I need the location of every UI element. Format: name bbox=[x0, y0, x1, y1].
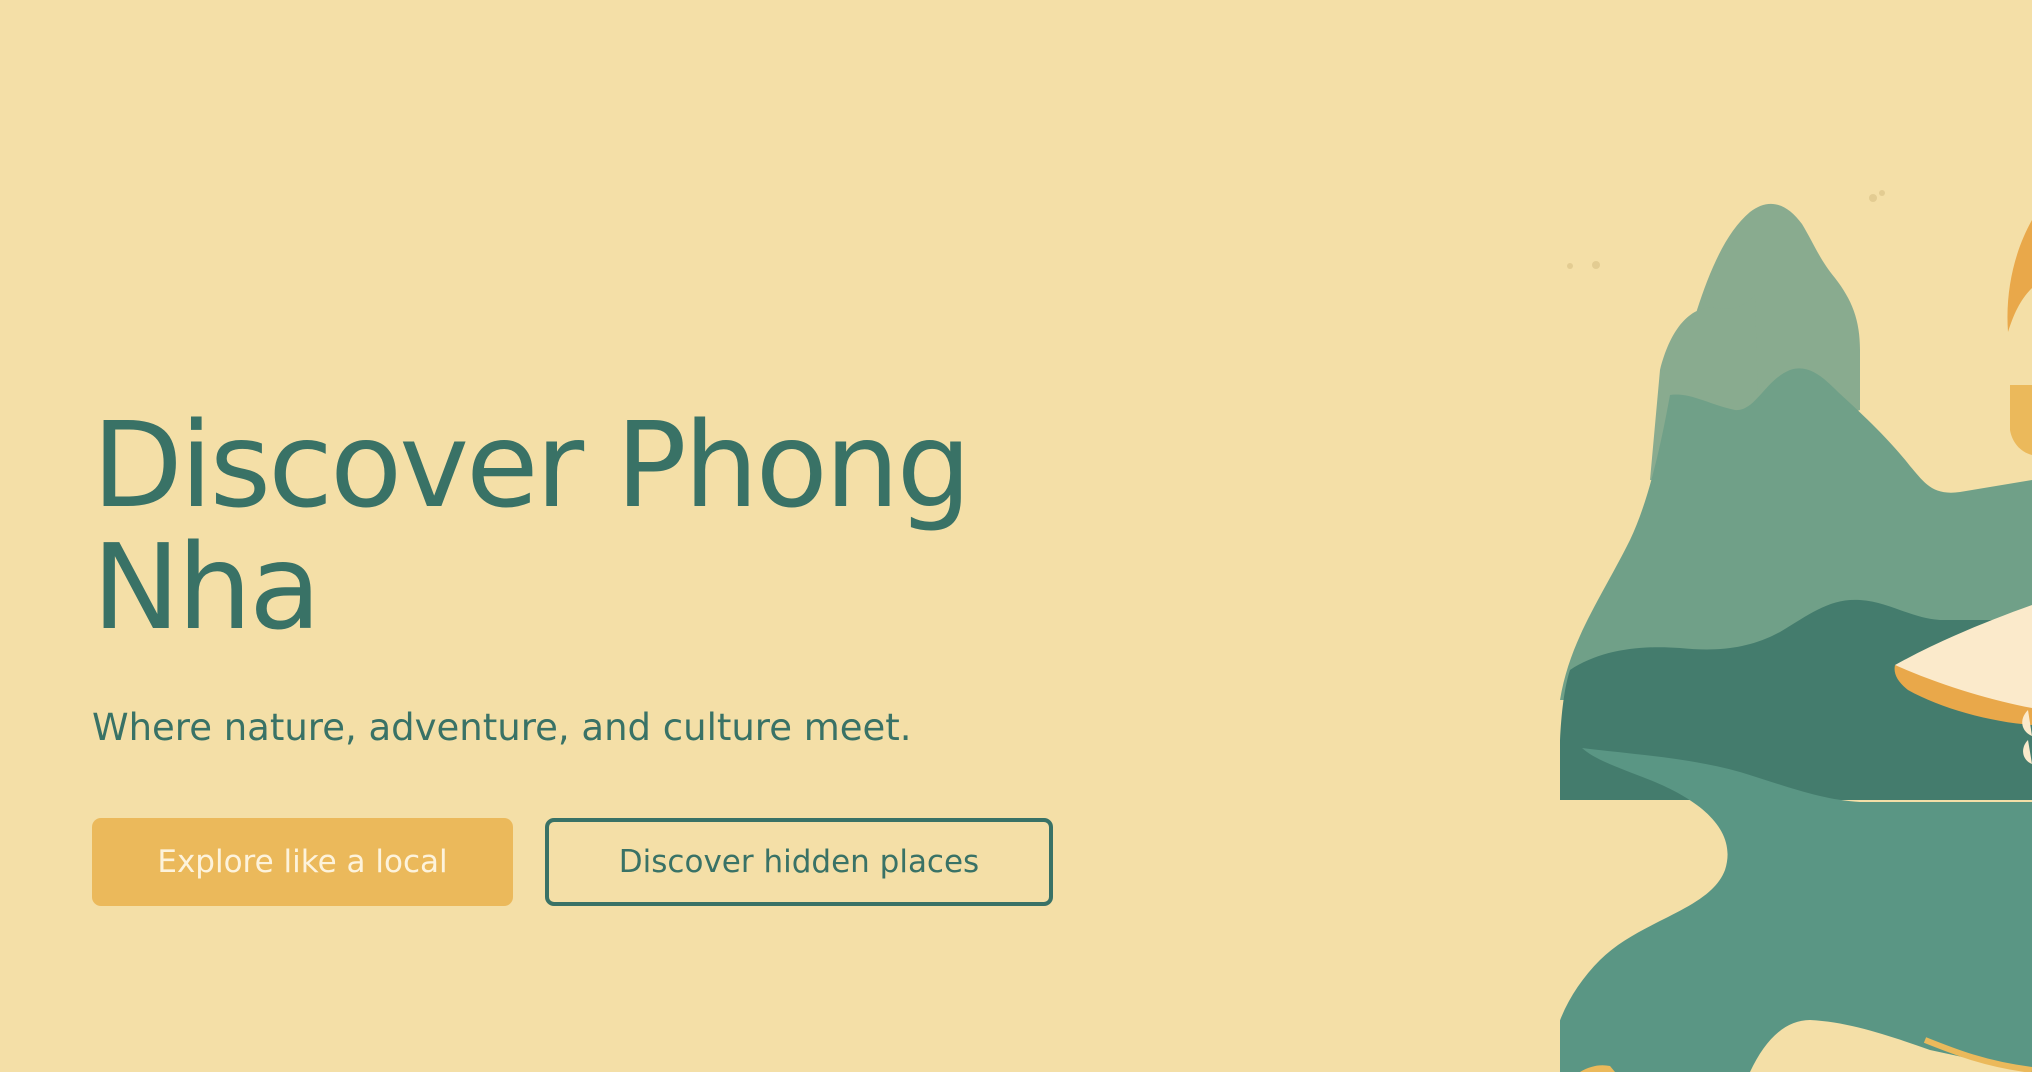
hero-text-block: Discover Phong Nha Where nature, adventu… bbox=[92, 404, 1092, 750]
hero-title-line-1: Discover Phong bbox=[92, 396, 971, 534]
mountain-landscape-illustration bbox=[1560, 190, 2032, 1072]
hero-section: Discover Phong Nha Where nature, adventu… bbox=[0, 0, 2032, 1072]
cta-button-row: Explore like a local Discover hidden pla… bbox=[92, 818, 1053, 906]
hero-title: Discover Phong Nha bbox=[92, 404, 1092, 648]
hero-subtitle: Where nature, adventure, and culture mee… bbox=[92, 706, 912, 749]
sun-arc-shape bbox=[2007, 220, 2032, 332]
accent-block-shape bbox=[2010, 385, 2032, 455]
hero-title-line-2: Nha bbox=[92, 518, 321, 656]
discover-hidden-places-button[interactable]: Discover hidden places bbox=[545, 818, 1053, 906]
explore-like-a-local-button[interactable]: Explore like a local bbox=[92, 818, 513, 906]
